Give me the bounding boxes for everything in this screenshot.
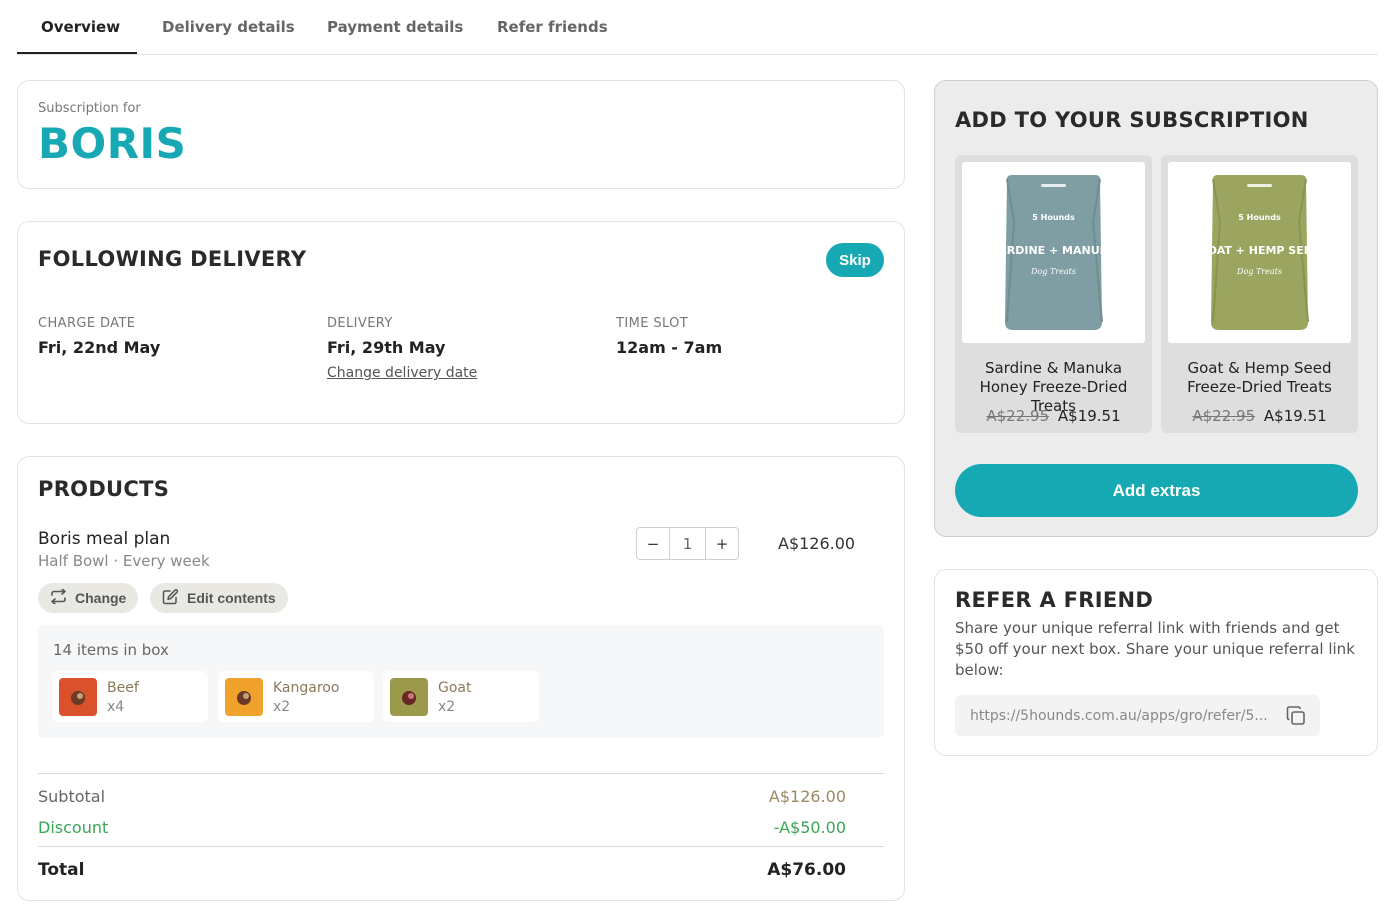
charge-date-label: CHARGE DATE bbox=[38, 316, 136, 331]
pack-script: Dog Treats bbox=[1030, 267, 1076, 276]
extra-product-goat[interactable]: 5 Hounds GOAT + HEMP SEED Dog Treats Goa… bbox=[1161, 155, 1358, 433]
skip-button[interactable]: Skip bbox=[826, 243, 884, 277]
box-item-name: Kangaroo bbox=[273, 680, 340, 696]
tab-payment-details[interactable]: Payment details bbox=[327, 18, 463, 36]
tab-overview[interactable]: Overview bbox=[41, 18, 120, 36]
following-delivery-card: FOLLOWING DELIVERY Skip CHARGE DATE Fri,… bbox=[17, 221, 905, 424]
total-label: Total bbox=[38, 860, 85, 880]
box-item-qty: x2 bbox=[273, 699, 291, 715]
tab-delivery-details[interactable]: Delivery details bbox=[162, 18, 295, 36]
subscription-for-label: Subscription for bbox=[38, 101, 141, 116]
box-item-count: 14 items in box bbox=[53, 641, 169, 659]
extra-old-price: A$22.95 bbox=[986, 407, 1050, 425]
active-tab-indicator bbox=[17, 52, 137, 54]
pack-title: SARDINE + MANUKA bbox=[990, 244, 1117, 257]
refer-a-friend-card: REFER A FRIEND Share your unique referra… bbox=[934, 569, 1378, 756]
pack-brand: 5 Hounds bbox=[1032, 213, 1075, 222]
pack-script: Dog Treats bbox=[1236, 267, 1282, 276]
extra-product-sardine[interactable]: 5 Hounds SARDINE + MANUKA Dog Treats Sar… bbox=[955, 155, 1152, 433]
referral-link-field[interactable]: https://5hounds.com.au/apps/gro/refer/5.… bbox=[955, 695, 1320, 736]
change-plan-button[interactable]: Change bbox=[38, 583, 139, 613]
add-to-subscription-title: ADD TO YOUR SUBSCRIPTION bbox=[955, 108, 1309, 132]
box-contents-panel: 14 items in box Beef x4 Kangaroo x2 Goat… bbox=[38, 625, 884, 738]
products-card: PRODUCTS Boris meal plan Half Bowl · Eve… bbox=[17, 456, 905, 901]
kangaroo-icon bbox=[225, 678, 263, 716]
summary-divider bbox=[38, 773, 884, 774]
subtotal-label: Subtotal bbox=[38, 787, 106, 806]
edit-contents-label: Edit contents bbox=[187, 590, 276, 606]
pet-name: BORIS bbox=[38, 119, 187, 168]
copy-icon[interactable] bbox=[1285, 705, 1307, 731]
decrement-button[interactable]: − bbox=[637, 528, 669, 559]
time-slot-label: TIME SLOT bbox=[616, 316, 689, 331]
meal-plan-name: Boris meal plan bbox=[38, 529, 171, 549]
pack-title: GOAT + HEMP SEED bbox=[1199, 244, 1321, 257]
change-delivery-date-link[interactable]: Change delivery date bbox=[327, 365, 477, 381]
total-value: A$76.00 bbox=[767, 860, 846, 880]
referral-link-text: https://5hounds.com.au/apps/gro/refer/5.… bbox=[970, 707, 1268, 724]
tab-refer-friends[interactable]: Refer friends bbox=[497, 18, 608, 36]
discount-label: Discount bbox=[38, 818, 109, 837]
meal-plan-details: Half Bowl · Every week bbox=[38, 552, 210, 570]
swap-icon bbox=[50, 588, 67, 607]
following-delivery-title: FOLLOWING DELIVERY bbox=[38, 247, 307, 271]
edit-icon bbox=[162, 588, 179, 608]
increment-button[interactable]: + bbox=[706, 528, 738, 559]
discount-value: -A$50.00 bbox=[773, 818, 846, 837]
extra-old-price: A$22.95 bbox=[1192, 407, 1256, 425]
delivery-label: DELIVERY bbox=[327, 316, 393, 331]
quantity-value[interactable]: 1 bbox=[669, 528, 706, 559]
subtotal-value: A$126.00 bbox=[768, 787, 846, 806]
subscription-header-card: Subscription for BORIS bbox=[17, 80, 905, 189]
goat-icon bbox=[390, 678, 428, 716]
refer-title: REFER A FRIEND bbox=[955, 588, 1154, 612]
box-item-kangaroo: Kangaroo x2 bbox=[218, 671, 374, 722]
tab-bar: Overview Delivery details Payment detail… bbox=[17, 0, 1378, 55]
box-item-qty: x4 bbox=[107, 699, 125, 715]
extra-new-price: A$19.51 bbox=[1263, 407, 1327, 425]
change-plan-label: Change bbox=[75, 590, 127, 606]
pack-brand: 5 Hounds bbox=[1238, 213, 1281, 222]
goat-treats-image: 5 Hounds GOAT + HEMP SEED Dog Treats bbox=[1168, 162, 1351, 343]
delivery-date-value: Fri, 29th May bbox=[327, 338, 446, 357]
box-item-name: Beef bbox=[107, 680, 139, 696]
extra-product-price: A$22.95 A$19.51 bbox=[1161, 407, 1358, 425]
add-extras-button[interactable]: Add extras bbox=[955, 464, 1358, 517]
box-item-qty: x2 bbox=[438, 699, 456, 715]
box-item-beef: Beef x4 bbox=[52, 671, 208, 722]
extra-product-name: Goat & Hemp Seed Freeze-Dried Treats bbox=[1187, 359, 1332, 396]
charge-date-value: Fri, 22nd May bbox=[38, 338, 161, 357]
products-title: PRODUCTS bbox=[38, 477, 170, 501]
edit-contents-button[interactable]: Edit contents bbox=[150, 583, 288, 613]
time-slot-value: 12am - 7am bbox=[616, 338, 723, 357]
box-item-name: Goat bbox=[438, 680, 472, 696]
refer-description: Share your unique referral link with fri… bbox=[955, 619, 1355, 679]
beef-icon bbox=[59, 678, 97, 716]
sardine-treats-image: 5 Hounds SARDINE + MANUKA Dog Treats bbox=[962, 162, 1145, 343]
total-divider bbox=[38, 846, 884, 847]
extra-new-price: A$19.51 bbox=[1057, 407, 1121, 425]
extra-product-price: A$22.95 A$19.51 bbox=[955, 407, 1152, 425]
quantity-stepper: − 1 + bbox=[636, 527, 739, 560]
meal-plan-price: A$126.00 bbox=[778, 534, 856, 553]
box-item-goat: Goat x2 bbox=[383, 671, 539, 722]
add-to-subscription-card: ADD TO YOUR SUBSCRIPTION 5 Hounds SARDIN… bbox=[934, 80, 1378, 537]
